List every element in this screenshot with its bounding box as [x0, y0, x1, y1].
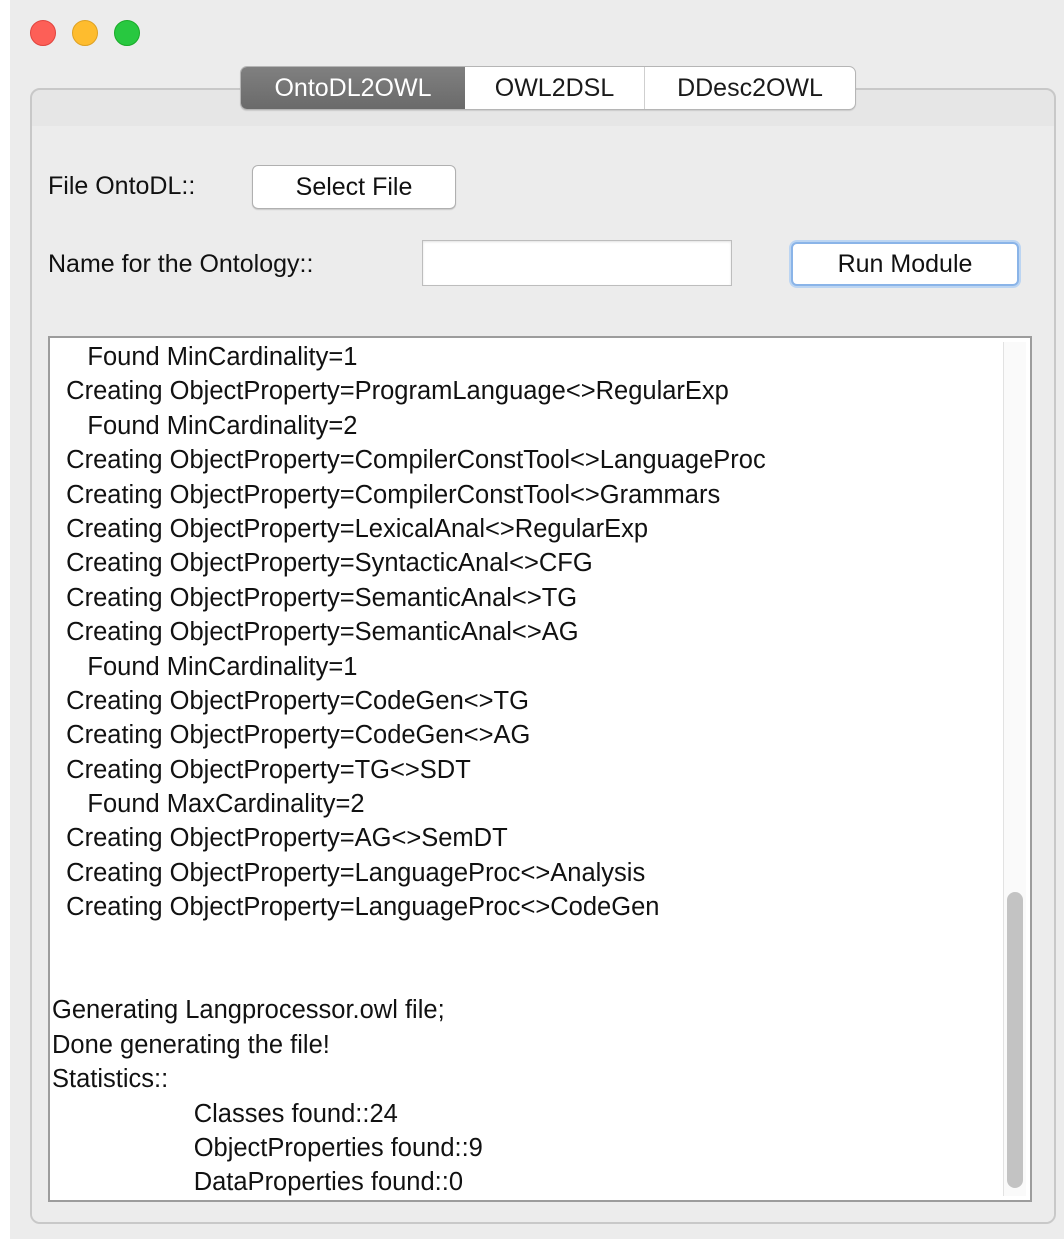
log-line: Creating ObjectProperty=CompilerConstToo…	[52, 480, 721, 509]
log-line: Found MinCardinality=2	[52, 411, 358, 440]
tab-ddesc2owl[interactable]: DDesc2OWL	[645, 67, 855, 109]
file-ontodl-label: File OntoDL::	[48, 172, 196, 200]
log-line: Creating ObjectProperty=SyntacticAnal<>C…	[52, 549, 593, 578]
log-lines: Found MinCardinality=1 Creating ObjectPr…	[52, 340, 1002, 1200]
maximize-window-button[interactable]	[114, 20, 140, 46]
tab-ontodl2owl[interactable]: OntoDL2OWL	[241, 67, 465, 109]
log-line: DataProperties found::0	[52, 1168, 464, 1197]
title-bar	[10, 0, 1064, 62]
log-line: Creating ObjectProperty=CompilerConstToo…	[52, 446, 766, 475]
log-line: Creating ObjectProperty=ProgramLanguage<…	[52, 377, 729, 406]
log-scrollbar[interactable]	[1003, 342, 1026, 1196]
ontology-name-label: Name for the Ontology::	[48, 250, 314, 278]
log-line: Found MaxCardinality=2	[52, 790, 365, 819]
log-line: Creating ObjectProperty=CodeGen<>TG	[52, 686, 529, 715]
log-line: Found MinCardinality=1	[52, 343, 358, 371]
log-line: Creating ObjectProperty=CodeGen<>AG	[52, 721, 531, 750]
minimize-window-button[interactable]	[72, 20, 98, 46]
log-line: Creating ObjectProperty=LanguageProc<>An…	[52, 858, 646, 887]
log-line: Creating ObjectProperty=TG<>SDT	[52, 755, 471, 784]
log-line: Statistics::	[52, 1065, 169, 1094]
run-module-button[interactable]: Run Module	[791, 242, 1019, 286]
select-file-button[interactable]: Select File	[252, 165, 456, 209]
log-line: Found MinCardinality=1	[52, 652, 358, 681]
log-line: Classes found::24	[52, 1099, 398, 1128]
scrollbar-thumb[interactable]	[1007, 892, 1023, 1188]
log-line: Done generating the file!	[52, 1030, 330, 1059]
log-line: Creating ObjectProperty=LanguageProc<>Co…	[52, 893, 660, 922]
ontology-name-input[interactable]	[422, 240, 732, 286]
log-line: Creating ObjectProperty=SemanticAnal<>AG	[52, 618, 579, 647]
output-log[interactable]: Found MinCardinality=1 Creating ObjectPr…	[48, 336, 1032, 1202]
log-line: Creating ObjectProperty=SemanticAnal<>TG	[52, 583, 578, 612]
close-window-button[interactable]	[30, 20, 56, 46]
log-line: ObjectProperties found::9	[52, 1133, 483, 1162]
app-window: OntoDL2OWL OWL2DSL DDesc2OWL File OntoDL…	[10, 0, 1064, 1239]
log-line: Generating Langprocessor.owl file;	[52, 996, 445, 1025]
log-line: Creating ObjectProperty=AG<>SemDT	[52, 824, 508, 853]
tab-owl2dsl[interactable]: OWL2DSL	[465, 67, 645, 109]
tab-bar: OntoDL2OWL OWL2DSL DDesc2OWL	[240, 66, 856, 110]
log-line: Creating ObjectProperty=LexicalAnal<>Reg…	[52, 514, 649, 543]
background-edge	[0, 0, 10, 1239]
